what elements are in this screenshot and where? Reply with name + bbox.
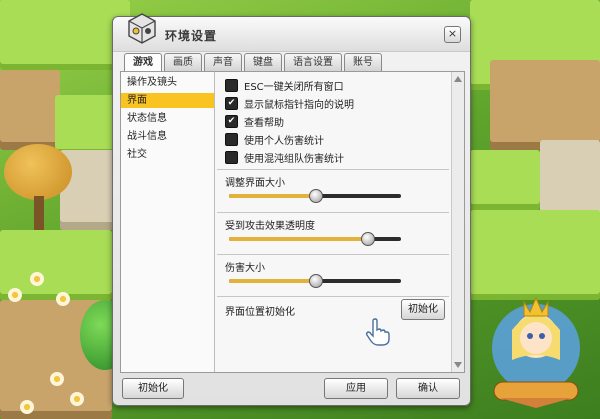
- grass-block: [470, 150, 540, 210]
- option-row: ✔ 显示鼠标指针指向的说明: [225, 96, 354, 111]
- autumn-tree: [4, 144, 72, 200]
- tab-bar: 游戏 画质 声音 键盘 语言设置 账号: [124, 53, 382, 72]
- hit-effect-transparency-label: 受到攻击效果透明度: [225, 221, 315, 232]
- option-row: ESC一键关闭所有窗口: [225, 78, 344, 93]
- ui-position-reset-button[interactable]: 初始化: [401, 299, 445, 320]
- option-row: ✔ 查看帮助: [225, 114, 284, 129]
- slider-thumb[interactable]: [309, 274, 323, 288]
- hand-cursor-icon: [365, 318, 390, 346]
- flower: [50, 372, 64, 386]
- section-divider: [217, 254, 449, 255]
- esc-close-all-checkbox[interactable]: [225, 78, 238, 92]
- flower: [30, 272, 44, 286]
- category-sidebar: 操作及镜头 界面 状态信息 战斗信息 社交: [121, 72, 215, 372]
- show-pointer-tooltip-checkbox[interactable]: ✔: [225, 96, 238, 110]
- ui-position-reset-label: 界面位置初始化: [225, 307, 295, 318]
- scroll-down-icon[interactable]: [454, 362, 462, 368]
- settings-cube-icon: [128, 13, 156, 44]
- tab-keyboard[interactable]: 键盘: [244, 53, 282, 71]
- tab-game[interactable]: 游戏: [124, 53, 162, 72]
- damage-size-label: 伤害大小: [225, 263, 265, 274]
- flower: [70, 392, 84, 406]
- dirt-block: [0, 70, 60, 150]
- sidebar-item-social[interactable]: 社交: [121, 147, 214, 162]
- flower: [56, 292, 70, 306]
- dirt-block: [490, 60, 600, 150]
- sidebar-item-status-info[interactable]: 状态信息: [121, 111, 214, 126]
- personal-damage-stats-checkbox[interactable]: [225, 132, 238, 146]
- scroll-up-icon[interactable]: [454, 76, 462, 82]
- option-label: 使用混沌组队伤害统计: [244, 153, 344, 165]
- flower: [8, 288, 22, 302]
- flower: [20, 400, 34, 414]
- section-divider: [217, 169, 449, 170]
- title-bar[interactable]: 环境设置 ×: [113, 13, 470, 52]
- sidebar-item-controls-camera[interactable]: 操作及镜头: [121, 75, 214, 90]
- interface-options: ESC一键关闭所有窗口 ✔ 显示鼠标指针指向的说明 ✔ 查看帮助 使用个人伤害统…: [215, 72, 451, 372]
- confirm-button[interactable]: 确认: [396, 378, 460, 399]
- window-title: 环境设置: [165, 29, 218, 43]
- hit-effect-transparency-slider[interactable]: [229, 232, 401, 246]
- damage-size-slider[interactable]: [229, 274, 401, 288]
- settings-dialog: 环境设置 × 游戏 画质 声音 键盘 语言设置 账号 操作及镜头 界面 状态信息…: [112, 13, 471, 406]
- game-logo-mascot: [492, 296, 580, 408]
- option-row: 使用个人伤害统计: [225, 132, 324, 147]
- ui-size-label: 调整界面大小: [225, 178, 285, 189]
- sidebar-item-combat-info[interactable]: 战斗信息: [121, 129, 214, 144]
- slider-thumb[interactable]: [360, 232, 375, 246]
- grass-block: [470, 210, 600, 300]
- close-button[interactable]: ×: [444, 26, 461, 43]
- option-label: 查看帮助: [244, 117, 284, 129]
- grass-block: [0, 0, 130, 70]
- tree-trunk: [34, 196, 44, 230]
- option-label: ESC一键关闭所有窗口: [244, 81, 344, 93]
- section-divider: [217, 296, 449, 297]
- ui-size-slider[interactable]: [229, 189, 401, 203]
- tab-graphics[interactable]: 画质: [164, 53, 202, 71]
- sidebar-item-interface[interactable]: 界面: [121, 93, 214, 108]
- apply-button[interactable]: 应用: [324, 378, 388, 399]
- tab-sound[interactable]: 声音: [204, 53, 242, 71]
- slider-thumb[interactable]: [309, 189, 323, 203]
- tab-language[interactable]: 语言设置: [284, 53, 342, 71]
- options-scrollbar[interactable]: [451, 72, 464, 372]
- view-help-checkbox[interactable]: ✔: [225, 114, 238, 128]
- tab-account[interactable]: 账号: [344, 53, 382, 71]
- section-divider: [217, 212, 449, 213]
- chaos-party-damage-stats-checkbox[interactable]: [225, 150, 238, 164]
- settings-panel: 操作及镜头 界面 状态信息 战斗信息 社交 ESC一键关闭所有窗口 ✔ 显示鼠标…: [120, 71, 465, 373]
- grass-block: [55, 95, 115, 155]
- option-label: 使用个人伤害统计: [244, 135, 324, 147]
- reset-all-button[interactable]: 初始化: [122, 378, 184, 399]
- option-row: 使用混沌组队伤害统计: [225, 150, 344, 165]
- option-label: 显示鼠标指针指向的说明: [244, 99, 354, 111]
